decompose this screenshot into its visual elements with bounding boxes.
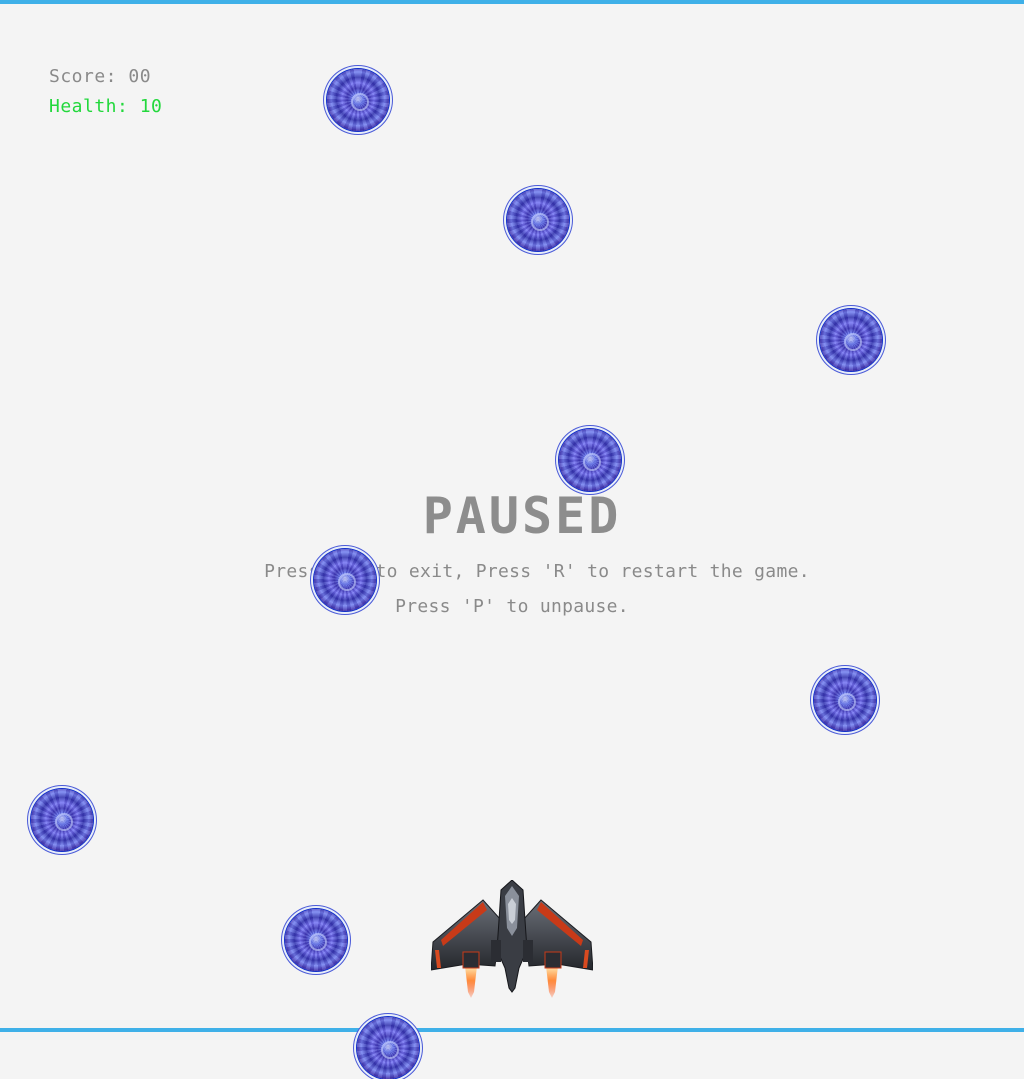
paused-title: PAUSED (422, 487, 622, 545)
enemy-orb-icon (285, 909, 347, 971)
bottom-border (0, 1028, 1024, 1032)
enemy-orb-icon (31, 789, 93, 851)
enemy-orb-icon (507, 189, 569, 251)
enemy-orb-icon (820, 309, 882, 371)
pause-instructions-line2: Press 'P' to unpause. (395, 596, 629, 617)
score-label: Score: 00 (49, 66, 152, 87)
enemy-orb-icon (314, 549, 376, 611)
hud: Score: 00 Health: 10 (49, 62, 162, 122)
enemy-orb-icon (327, 69, 389, 131)
top-border (0, 0, 1024, 4)
enemy-orb-icon (814, 669, 876, 731)
enemy-orb-icon (559, 429, 621, 491)
health-label: Health: 10 (49, 96, 163, 117)
enemy-orb-icon (357, 1017, 419, 1079)
pause-overlay: PAUSED Press 'X' to exit, Press 'R' to r… (0, 488, 1024, 624)
pause-instructions-line1: Press 'X' to exit, Press 'R' to restart … (264, 561, 810, 582)
player-spaceship-icon (431, 880, 593, 998)
